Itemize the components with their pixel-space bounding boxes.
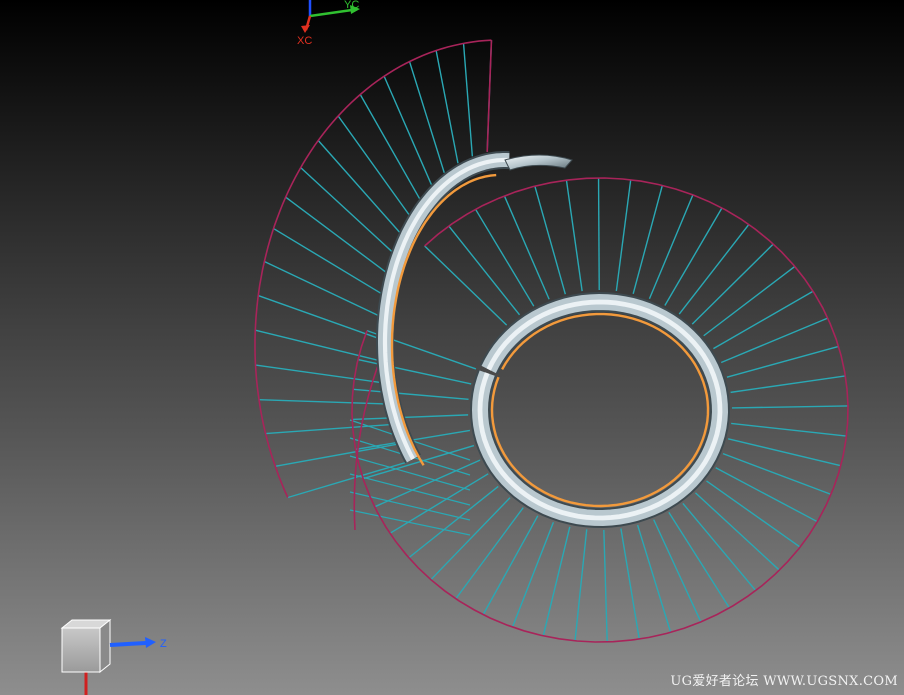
lower-step-line (455, 507, 524, 600)
lower-step-line (448, 225, 521, 316)
upper-step-line (337, 115, 410, 215)
upper-step-line (359, 94, 421, 199)
lower-step-line (730, 375, 846, 394)
upper-step-line (265, 423, 391, 435)
graphics-viewport[interactable]: YC XC Z (0, 0, 904, 695)
upper-step-line (258, 399, 385, 405)
forum-watermark: UG爱好者论坛 WWW.UGSNX.COM (670, 674, 898, 689)
lower-centerline (490, 312, 710, 508)
lower-step-line (731, 405, 848, 409)
upper-step-line (462, 43, 474, 157)
wcs-y-label: YC (344, 0, 359, 11)
lower-step-line (668, 512, 730, 609)
lower-handrail-tube-highlight (477, 299, 723, 521)
view-z-label: Z (160, 638, 167, 650)
lower-step-line (357, 358, 472, 385)
inner-connecting-edge (353, 359, 381, 531)
lower-step-line (703, 265, 796, 337)
lower-step-line (691, 243, 774, 325)
upper-end-edge (486, 40, 493, 152)
lower-step-line (389, 473, 489, 534)
lower-step-line (482, 515, 539, 615)
triad-cube-front (61, 627, 101, 673)
lower-step-line (678, 224, 750, 315)
wcs-triad[interactable]: YC XC (297, 0, 360, 47)
lower-step-line (620, 528, 640, 640)
wcs-x-arrowhead (301, 25, 310, 33)
lower-step-line (720, 317, 828, 364)
lower-step-line (731, 422, 847, 437)
lower-step-line (408, 485, 499, 559)
upper-step-line (317, 140, 401, 233)
upper-step-line (300, 167, 393, 252)
view-z-axis (109, 641, 147, 647)
upper-outer-edge (254, 39, 492, 498)
lower-step-line (636, 524, 672, 633)
upper-step-line (435, 50, 459, 164)
upper-step-line (258, 294, 378, 339)
lower-step-line (574, 529, 588, 641)
lower-step-line (430, 497, 511, 581)
lower-step-line (713, 290, 814, 350)
upper-step-line (383, 75, 433, 185)
view-z-arrowhead (145, 637, 156, 648)
lower-step-line (511, 522, 555, 628)
upper-step-line (264, 260, 379, 317)
lower-step-line (352, 414, 469, 421)
lower-step-line (424, 245, 508, 326)
upper-step-line (273, 227, 382, 294)
upper-step-line (255, 364, 381, 384)
upper-step-line (285, 196, 386, 273)
lower-step-line (597, 177, 600, 291)
lower-step-line (706, 480, 801, 548)
lower-step-line (715, 467, 818, 523)
wcs-x-label: XC (297, 35, 312, 47)
lower-step-line (726, 345, 839, 378)
lower-step-line (542, 526, 571, 637)
stair-step-lines[interactable] (255, 40, 848, 642)
lower-step-line (653, 519, 702, 623)
lower-step-line (664, 207, 723, 306)
triad-cube-side (99, 618, 111, 674)
lower-step-line (603, 529, 608, 642)
lower-step-line (615, 179, 632, 292)
upper-step-line (408, 61, 445, 173)
lower-step-line (474, 208, 535, 307)
lower-step-line (565, 180, 583, 292)
lower-step-line (695, 492, 780, 571)
tube-end-cap (504, 154, 573, 171)
lower-step-line (682, 502, 757, 592)
view-orientation-triad[interactable]: Z (60, 618, 167, 695)
